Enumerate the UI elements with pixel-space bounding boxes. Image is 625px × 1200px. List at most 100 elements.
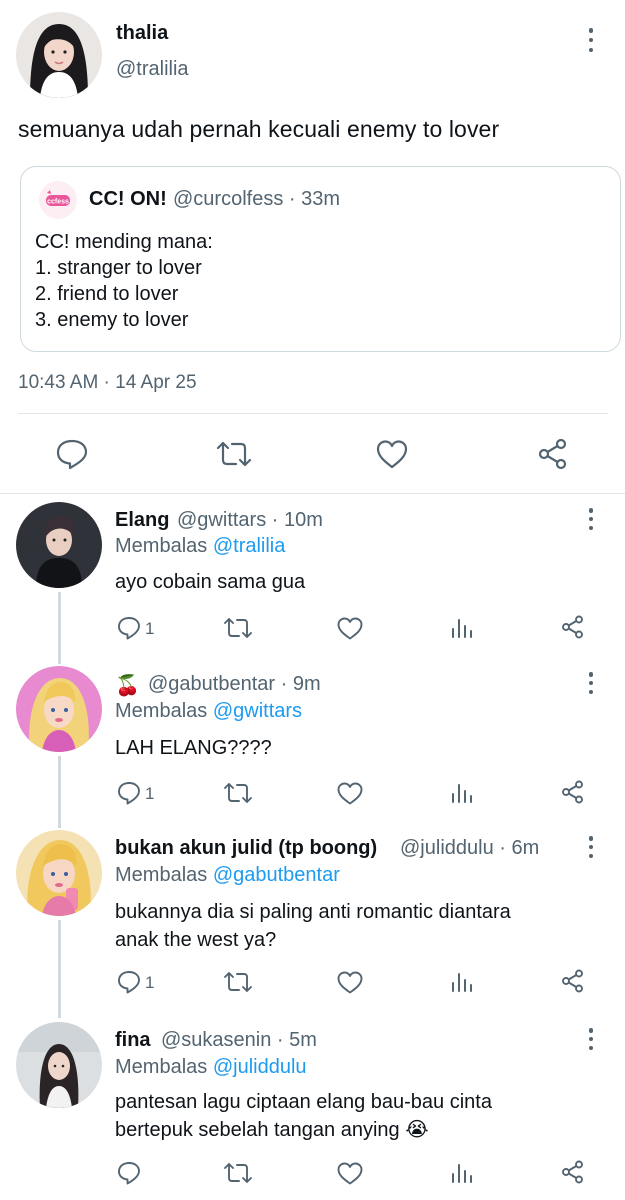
author-avatar[interactable] [16,12,102,98]
speech-bubble-icon [118,617,140,640]
reply-text-line: LAH ELANG???? [115,737,272,759]
like-button[interactable] [375,439,409,469]
like-button[interactable] [336,1161,364,1185]
speech-bubble-icon [118,971,140,994]
replying-to-link[interactable]: @gabutbentar [213,864,340,886]
reply-text-line: ayo cobain sama gua [115,571,306,593]
retweet-icon [224,1163,252,1183]
replying-prefix: Membalas [115,700,208,722]
more-options-button[interactable] [581,672,601,694]
bar-chart-icon [452,619,472,638]
reply-author-handle[interactable]: @gwittars · 10m [177,509,323,532]
retweet-button[interactable] [216,440,252,468]
quoted-line: 3. enemy to lover [35,309,189,331]
share-icon [562,1160,583,1184]
heart-icon [337,1162,363,1185]
share-button[interactable] [536,437,570,471]
author-name[interactable]: thalia [116,22,168,45]
reply-avatar[interactable] [16,502,102,588]
more-options-button[interactable] [581,836,601,858]
like-button[interactable] [336,970,364,994]
reply-author-name[interactable]: Elang [115,509,169,532]
reply-avatar[interactable] [16,666,102,752]
views-button[interactable] [450,617,474,639]
reply-button[interactable] [116,615,142,641]
dot-icon [588,47,594,52]
share-button[interactable] [560,1159,586,1185]
reply-tweet[interactable]: fina @sukasenin · 5m Membalas @juliddulu… [0,1018,625,1200]
like-button[interactable] [336,781,364,805]
reply-tweet[interactable]: 🍒 @gabutbentar · 9m Membalas @gwittars L… [0,662,625,828]
reply-count: 1 [145,973,155,992]
retweet-button[interactable] [223,782,253,804]
replying-to-link[interactable]: @juliddulu [213,1056,307,1078]
reply-tweet[interactable]: bukan akun julid (tp boong) @juliddulu ·… [0,826,625,1018]
heart-icon [337,971,363,994]
reply-button[interactable] [116,780,142,806]
retweet-icon [216,441,252,467]
reply-button[interactable] [55,438,89,470]
replying-prefix: Membalas [115,864,208,886]
dot-icon [588,836,594,841]
reply-button[interactable] [116,969,142,995]
like-button[interactable] [336,616,364,640]
retweet-icon [224,618,252,638]
reply-author-handle[interactable]: @gabutbentar · 9m [148,673,321,696]
replying-prefix: Membalas [115,1056,208,1078]
reply-avatar[interactable] [16,830,102,916]
reply-avatar[interactable] [16,1022,102,1108]
share-button[interactable] [560,968,586,994]
quoted-line: CC! mending mana: [35,231,213,253]
reply-author-name[interactable]: 🍒 [115,673,140,698]
reply-text-line: pantesan lagu ciptaan elang bau-bau cint… [115,1091,492,1113]
tweet-timestamp[interactable]: 10:43 AM · 14 Apr 25 [18,372,197,394]
reply-tweet[interactable]: Elang @gwittars · 10m Membalas @tralilia… [0,496,625,662]
quoted-line: 1. stranger to lover [35,257,202,279]
share-button[interactable] [560,779,586,805]
reply-text: pantesan lagu ciptaan elang bau-bau cint… [115,1088,595,1144]
speech-bubble-icon [56,439,88,470]
replying-to: Membalas @tralilia [115,535,285,558]
dot-icon [588,28,594,33]
replying-to-link[interactable]: @gwittars [213,700,302,722]
retweet-button[interactable] [223,971,253,993]
reply-author-handle[interactable]: @sukasenin · 5m [161,1029,317,1052]
views-button[interactable] [450,971,474,993]
replying-to: Membalas @gwittars [115,700,302,723]
dot-icon [588,525,594,530]
share-button[interactable] [560,614,586,640]
reply-author-name[interactable]: bukan akun julid (tp boong) [115,837,377,860]
quoted-tweet[interactable]: ccfess CC! ON! @curcolfess · 33m CC! men… [20,166,621,352]
bar-chart-icon [452,973,472,992]
retweet-icon [224,972,252,992]
share-icon [562,780,583,804]
dot-icon [588,508,594,513]
quoted-line: 2. friend to lover [35,283,179,305]
quoted-avatar[interactable]: ccfess [39,181,77,219]
reply-author-name[interactable]: fina [115,1029,151,1052]
more-options-button[interactable] [581,1028,601,1050]
dot-icon [588,1028,594,1033]
speech-bubble-icon [118,1162,140,1185]
dot-icon [588,689,594,694]
retweet-icon [224,783,252,803]
replying-to-link[interactable]: @tralilia [213,535,286,557]
reply-author-handle[interactable]: @juliddulu · 6m [400,837,539,860]
reply-button[interactable] [116,1160,142,1186]
dot-icon [588,672,594,677]
views-button[interactable] [450,782,474,804]
share-icon [562,969,583,993]
reply-text: bukannya dia si paling anti romantic dia… [115,898,595,954]
views-button[interactable] [450,1162,474,1184]
dot-icon [588,37,594,43]
retweet-button[interactable] [223,1162,253,1184]
reply-text: ayo cobain sama gua [115,568,595,596]
more-options-button[interactable] [581,28,601,52]
bar-chart-icon [452,784,472,803]
quoted-author-meta: @curcolfess · 33m [173,188,341,210]
more-options-button[interactable] [581,508,601,530]
retweet-button[interactable] [223,617,253,639]
author-handle[interactable]: @tralilia [116,58,189,81]
reply-text: LAH ELANG???? [115,734,595,762]
replying-to: Membalas @gabutbentar [115,864,340,887]
